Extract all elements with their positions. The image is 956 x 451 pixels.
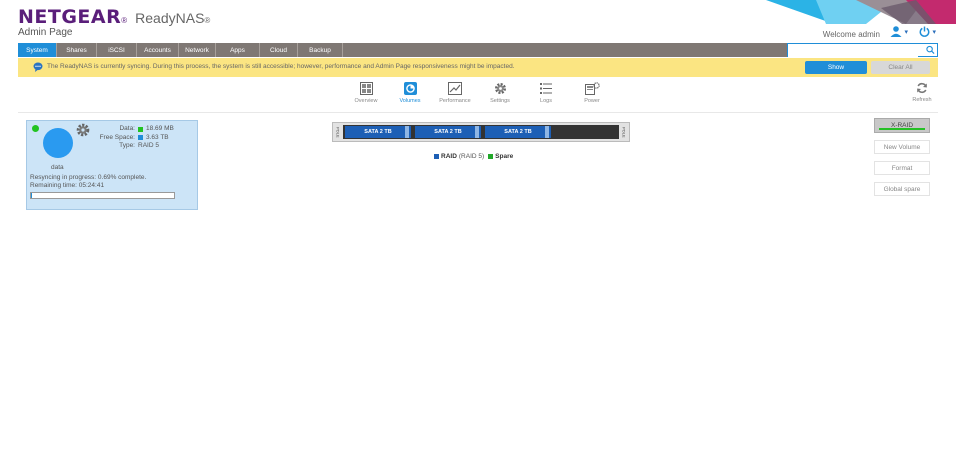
tool-overview[interactable]: Overview (346, 82, 386, 104)
tool-label-logs: Logs (540, 98, 552, 104)
content-divider (18, 112, 938, 113)
tab-shares[interactable]: Shares (57, 43, 97, 57)
xraid-status-bar (879, 128, 925, 130)
welcome-text: Welcome admin (822, 30, 880, 39)
resync-remaining-text: Remaining time: 05:24:41 (30, 182, 105, 189)
resync-progress-fill (31, 193, 32, 198)
volume-status-indicator (32, 125, 39, 132)
search-box (787, 43, 938, 62)
tool-label-performance: Performance (439, 98, 471, 104)
stat-type: Type: RAID 5 (87, 142, 174, 151)
user-menu[interactable]: ▾ (890, 26, 908, 37)
stat-data-label: Data: (119, 125, 135, 132)
disk-bay-1-marker (405, 126, 409, 138)
netgear-logo: NETGEAR (18, 6, 122, 28)
new-volume-button[interactable]: New Volume (874, 140, 930, 154)
search-icon[interactable] (926, 45, 935, 55)
logs-icon (540, 83, 552, 94)
corner-decoration (766, 0, 956, 24)
chassis-right-label: POLE (621, 126, 627, 138)
show-button[interactable]: Show (805, 61, 867, 74)
notification-banner: The ReadyNAS is currently syncing. Durin… (18, 58, 938, 77)
tab-apps[interactable]: Apps (216, 43, 260, 57)
disk-bay-3-marker (545, 126, 549, 138)
raid-legend-swatch (434, 154, 439, 159)
tool-settings[interactable]: Settings (480, 82, 520, 104)
disk-bay-strip: SATA 2 TB SATA 2 TB SATA 2 TB (343, 125, 619, 139)
stat-data-value: 18.69 MB (146, 125, 174, 132)
product-name: ReadyNAS (135, 10, 205, 26)
tool-performance[interactable]: Performance (435, 82, 475, 104)
free-color-swatch (138, 135, 143, 141)
stat-free: Free Space: 3.63 TB (87, 134, 174, 143)
overview-icon (359, 82, 373, 95)
settings-gear-icon (494, 83, 506, 94)
tool-label-power: Power (584, 98, 600, 104)
disk-bay-2[interactable]: SATA 2 TB (415, 126, 481, 138)
refresh-button[interactable]: Refresh (902, 82, 942, 103)
app-header: NETGEAR ® ReadyNAS ® Admin Page Welcome … (0, 0, 956, 42)
global-spare-button[interactable]: Global spare (874, 182, 930, 196)
volume-stats: Data: 18.69 MB Free Space: 3.63 TB Type:… (87, 125, 174, 151)
tab-backup[interactable]: Backup (298, 43, 343, 57)
disk-legend: RAID (RAID 5) Spare (434, 153, 513, 160)
volume-card[interactable]: Data: 18.69 MB Free Space: 3.63 TB Type:… (26, 120, 198, 210)
power-icon (920, 26, 930, 37)
stat-type-value: RAID 5 (138, 142, 159, 149)
raid-legend-label: RAID (441, 153, 457, 160)
user-icon (890, 26, 902, 37)
volumes-icon (403, 82, 417, 95)
tool-logs[interactable]: Logs (526, 82, 566, 104)
tool-label-volumes: Volumes (399, 98, 421, 104)
disk-bay-1[interactable]: SATA 2 TB (345, 126, 411, 138)
disk-bay-3[interactable]: SATA 2 TB (485, 126, 551, 138)
tab-iscsi[interactable]: iSCSI (97, 43, 137, 57)
spare-legend-label: Spare (495, 153, 514, 160)
logo-reg-mark: ® (121, 16, 128, 25)
refresh-icon (917, 82, 927, 94)
tool-power[interactable]: Power (572, 82, 612, 104)
volume-usage-disc (43, 128, 73, 158)
stat-free-label: Free Space: (99, 133, 135, 141)
page-subtitle: Admin Page (18, 27, 73, 38)
tool-volumes[interactable]: Volumes (390, 82, 430, 104)
brand: NETGEAR ® ReadyNAS ® (18, 6, 210, 28)
volume-name: data (51, 164, 64, 171)
data-color-swatch (138, 126, 143, 132)
stat-data: Data: 18.69 MB (87, 125, 174, 134)
tool-label-overview: Overview (354, 98, 378, 104)
tab-network[interactable]: Network (179, 43, 216, 57)
banner-message: The ReadyNAS is currently syncing. Durin… (47, 63, 515, 70)
resync-status: Resyncing in progress: 0.69% complete. R… (30, 174, 146, 190)
disk-bay-2-marker (475, 126, 479, 138)
chevron-down-icon: ▾ (904, 28, 908, 36)
chassis-left-label: POLE (335, 126, 341, 138)
stat-free-value: 3.63 TB (146, 133, 169, 141)
chevron-down-icon: ▾ (932, 28, 936, 36)
resync-progress-bar (30, 192, 175, 199)
raid-legend-type: (RAID 5) (458, 153, 485, 160)
volume-actions: X-RAID New Volume Format Global spare (874, 118, 932, 196)
chat-icon (33, 62, 43, 72)
product-reg-mark: ® (204, 16, 211, 25)
format-button[interactable]: Format (874, 161, 930, 175)
tab-system[interactable]: System (18, 43, 57, 57)
tab-accounts[interactable]: Accounts (137, 43, 179, 57)
xraid-toggle[interactable]: X-RAID (874, 118, 930, 133)
power-menu[interactable]: ▾ (919, 26, 936, 37)
clear-all-button[interactable]: Clear All (871, 61, 930, 74)
spare-legend-swatch (488, 154, 494, 159)
disk-chassis: POLE SATA 2 TB SATA 2 TB SATA 2 TB POLE (332, 122, 630, 142)
performance-icon (448, 82, 462, 95)
stat-type-label: Type: (119, 142, 135, 149)
power-settings-icon (584, 82, 600, 95)
tool-label-settings: Settings (490, 98, 510, 104)
resync-progress-text: Resyncing in progress: 0.69% complete. (30, 174, 147, 181)
tab-cloud[interactable]: Cloud (260, 43, 298, 57)
refresh-label: Refresh (912, 97, 932, 103)
